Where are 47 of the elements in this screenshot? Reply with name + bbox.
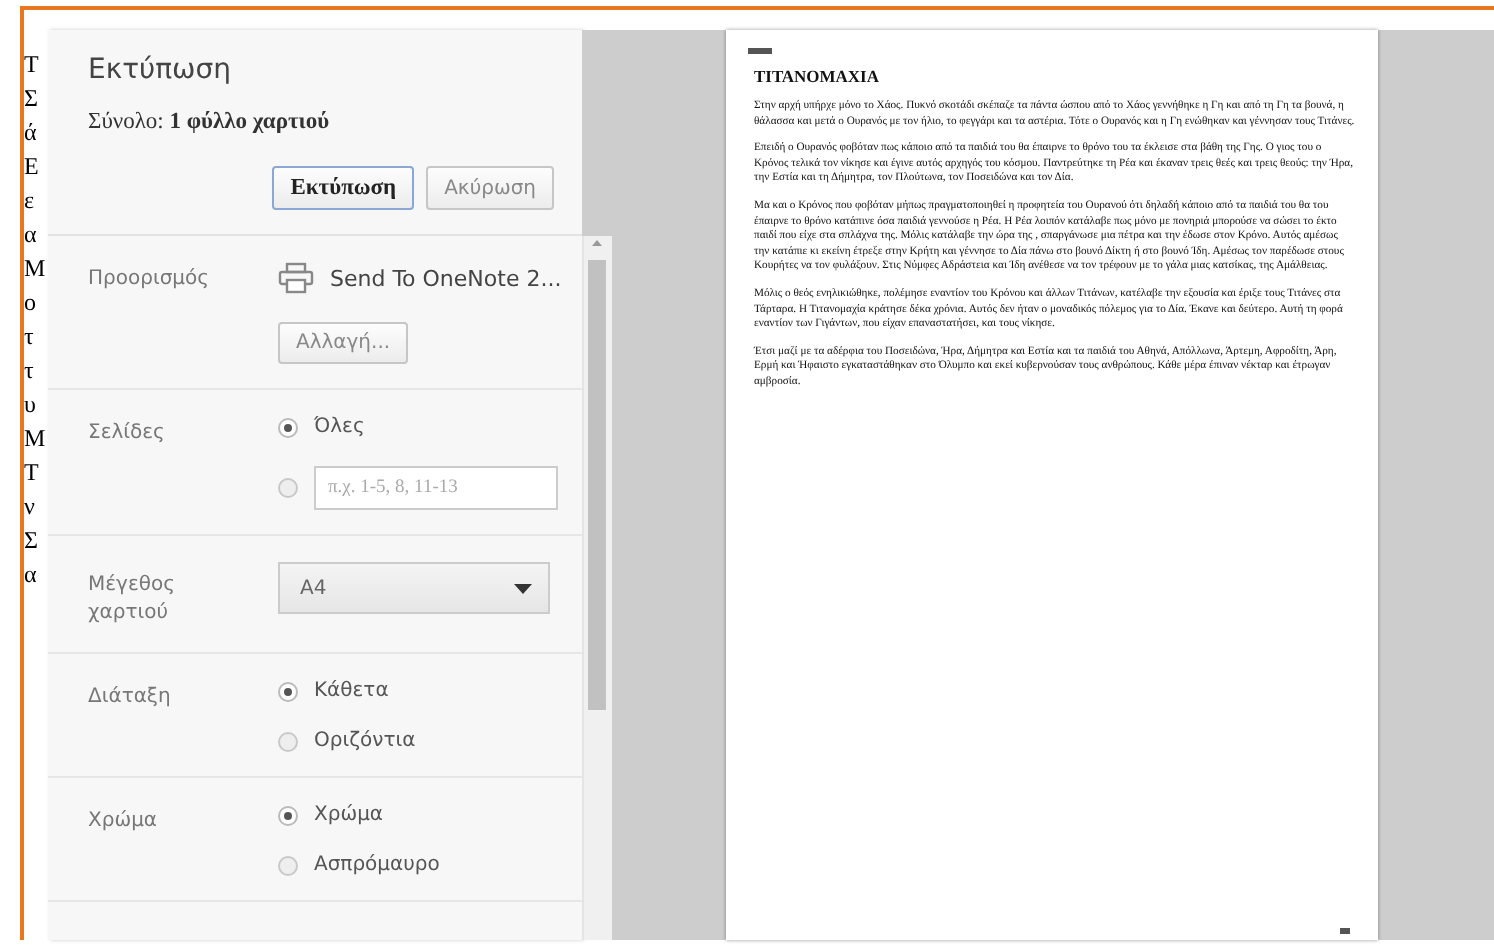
printer-name: Send To OneNote 2... <box>330 265 562 291</box>
radio-button[interactable] <box>278 681 298 701</box>
setting-label: Μέγεθος χαρτιού <box>88 572 177 628</box>
radio-button[interactable] <box>278 478 298 498</box>
background-text-fragment: ά <box>24 118 39 148</box>
background-text-fragment: α <box>24 220 39 250</box>
background-text-fragment: Τ <box>24 458 41 488</box>
dialog-title: Εκτύπωση <box>88 54 232 86</box>
caret-icon <box>514 583 532 593</box>
background-text-fragment: τ <box>24 322 36 352</box>
background-text-fragment: ν <box>24 492 37 522</box>
radio-label: Κάθετα <box>314 680 389 702</box>
page-range-field[interactable]: π.χ. 1-5, 8, 11-13 <box>314 466 558 510</box>
printer-icon <box>278 262 314 294</box>
background-text-fragment: τ <box>24 356 36 386</box>
radio-button[interactable] <box>278 805 298 825</box>
change-button[interactable]: Αλλαγή... <box>278 322 409 364</box>
radio-label: Χρώμα <box>314 804 384 826</box>
scroll-up-arrow-icon[interactable] <box>591 240 602 246</box>
setting-label: Σελίδες <box>88 420 167 448</box>
background-text-fragment: ο <box>24 288 38 318</box>
setting-label: Χρώμα <box>88 808 160 836</box>
header-mark-icon <box>748 48 772 54</box>
background-text-fragment: Σ <box>24 526 40 556</box>
radio-label: Όλες <box>314 416 365 438</box>
background-text-fragment: Τ <box>24 50 41 80</box>
radio-label: Οριζόντια <box>314 730 416 752</box>
radio-button[interactable] <box>278 417 298 437</box>
print-button[interactable]: Εκτύπωση <box>272 166 415 210</box>
setting-label: Προορισμός <box>88 266 212 294</box>
background-text-fragment: Μ <box>24 424 48 454</box>
cancel-button[interactable]: Ακύρωση <box>426 166 554 210</box>
background-text-fragment: α <box>24 560 39 590</box>
document-title: ΤΙΤΑΝΟΜΑΧΙΑ <box>754 66 881 86</box>
setting-label: Διάταξη <box>88 684 173 712</box>
background-text-fragment: Ε <box>24 152 41 182</box>
background-text-fragment: υ <box>24 390 38 420</box>
scrollbar[interactable] <box>581 236 612 940</box>
background-text-fragment: Σ <box>24 84 40 114</box>
paper-size-dropdown[interactable]: A4 <box>278 562 550 614</box>
background-text-fragment: ε <box>24 186 37 216</box>
radio-button[interactable] <box>278 855 298 875</box>
page-number-mark-icon <box>1340 928 1350 934</box>
radio-label: Ασπρόμαυρο <box>314 854 440 876</box>
background-text-fragment: Μ <box>24 254 48 284</box>
radio-button[interactable] <box>278 731 298 751</box>
sheet-total: Σύνολο: 1 φύλλο χαρτιού <box>88 110 330 134</box>
